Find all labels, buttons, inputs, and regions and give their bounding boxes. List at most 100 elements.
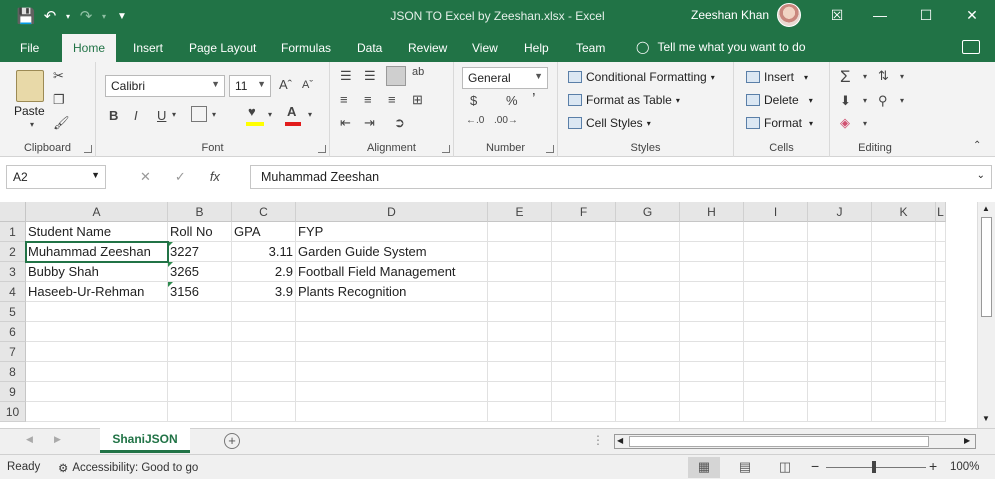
cell-i2[interactable]	[744, 242, 808, 262]
cancel-icon[interactable]: ✕	[140, 169, 151, 185]
cell-f2[interactable]	[552, 242, 616, 262]
alignment-launcher-icon[interactable]	[442, 145, 450, 153]
cell-h1[interactable]	[680, 222, 744, 242]
cell-b10[interactable]	[168, 402, 232, 422]
cell-g5[interactable]	[616, 302, 680, 322]
cell-l9[interactable]	[936, 382, 946, 402]
cell-k7[interactable]	[872, 342, 936, 362]
cell-a9[interactable]	[26, 382, 168, 402]
font-name-select[interactable]: Calibri ▼	[105, 75, 225, 97]
cell-k5[interactable]	[872, 302, 936, 322]
column-header-l[interactable]: L	[936, 202, 946, 222]
row-header-9[interactable]: 9	[0, 382, 26, 402]
column-header-k[interactable]: K	[872, 202, 936, 222]
autosum-icon[interactable]: Σ	[840, 67, 851, 87]
tab-data[interactable]: Data	[357, 41, 382, 55]
align-right-icon[interactable]: ≡	[388, 92, 396, 107]
cell-i10[interactable]	[744, 402, 808, 422]
clear-dropdown-icon[interactable]: ▾	[863, 119, 867, 128]
row-header-10[interactable]: 10	[0, 402, 26, 422]
cell-a7[interactable]	[26, 342, 168, 362]
row-header-5[interactable]: 5	[0, 302, 26, 322]
cell-g3[interactable]	[616, 262, 680, 282]
conditional-formatting-button[interactable]: Conditional Formatting ▾	[568, 70, 715, 84]
underline-dropdown-icon[interactable]: ▾	[172, 110, 176, 119]
cell-k2[interactable]	[872, 242, 936, 262]
cut-icon[interactable]: ✂	[53, 68, 64, 84]
align-bottom-icon[interactable]	[386, 66, 406, 86]
cell-h4[interactable]	[680, 282, 744, 302]
cell-j9[interactable]	[808, 382, 872, 402]
cell-i9[interactable]	[744, 382, 808, 402]
align-middle-icon[interactable]: ☰	[364, 68, 376, 84]
align-left-icon[interactable]: ≡	[340, 92, 348, 107]
scroll-down-icon[interactable]: ▼	[982, 414, 990, 423]
prev-sheet-icon[interactable]: ◀	[26, 434, 33, 445]
close-icon[interactable]: ✕	[954, 4, 990, 26]
scroll-left-icon[interactable]: ◀	[617, 436, 623, 445]
tab-view[interactable]: View	[472, 41, 498, 55]
cell-e6[interactable]	[488, 322, 552, 342]
cell-c4[interactable]: 3.9	[232, 282, 296, 302]
vertical-scrollbar[interactable]: ▲ ▼	[977, 202, 995, 428]
formula-input[interactable]: Muhammad Zeeshan ⌄	[250, 165, 992, 189]
cell-g7[interactable]	[616, 342, 680, 362]
cell-b1[interactable]: Roll No	[168, 222, 232, 242]
scroll-up-icon[interactable]: ▲	[982, 204, 990, 213]
column-header-d[interactable]: D	[296, 202, 488, 222]
column-header-g[interactable]: G	[616, 202, 680, 222]
zoom-in-icon[interactable]: +	[929, 458, 937, 474]
tab-splitter-icon[interactable]: ⋮	[592, 433, 604, 447]
row-header-8[interactable]: 8	[0, 362, 26, 382]
cell-a4[interactable]: Haseeb-Ur-Rehman	[26, 282, 168, 302]
row-header-3[interactable]: 3	[0, 262, 26, 282]
number-format-select[interactable]: General ▼	[462, 67, 548, 89]
cell-c1[interactable]: GPA	[232, 222, 296, 242]
name-box[interactable]: A2 ▼	[6, 165, 106, 189]
cell-g10[interactable]	[616, 402, 680, 422]
cell-j3[interactable]	[808, 262, 872, 282]
tell-me-search[interactable]: ◯ Tell me what you want to do	[636, 40, 806, 54]
cell-f6[interactable]	[552, 322, 616, 342]
column-header-i[interactable]: I	[744, 202, 808, 222]
cell-d3[interactable]: Football Field Management	[296, 262, 488, 282]
comments-icon[interactable]	[962, 40, 980, 54]
cell-i5[interactable]	[744, 302, 808, 322]
cell-b3[interactable]: 3265	[168, 262, 232, 282]
cell-j8[interactable]	[808, 362, 872, 382]
cell-l5[interactable]	[936, 302, 946, 322]
cell-h5[interactable]	[680, 302, 744, 322]
cell-k8[interactable]	[872, 362, 936, 382]
wrap-text-icon[interactable]: ab	[412, 66, 424, 78]
cell-j10[interactable]	[808, 402, 872, 422]
tab-insert[interactable]: Insert	[133, 41, 163, 55]
cell-g8[interactable]	[616, 362, 680, 382]
cell-b4[interactable]: 3156	[168, 282, 232, 302]
cell-k4[interactable]	[872, 282, 936, 302]
cell-a6[interactable]	[26, 322, 168, 342]
cell-d5[interactable]	[296, 302, 488, 322]
orientation-icon[interactable]: ➲	[394, 115, 405, 131]
cell-j1[interactable]	[808, 222, 872, 242]
column-header-f[interactable]: F	[552, 202, 616, 222]
sort-dropdown-icon[interactable]: ▾	[900, 72, 904, 81]
format-as-table-button[interactable]: Format as Table ▾	[568, 93, 680, 107]
cell-h3[interactable]	[680, 262, 744, 282]
cell-f3[interactable]	[552, 262, 616, 282]
insert-function-icon[interactable]: fx	[210, 169, 220, 185]
decrease-decimal-icon[interactable]: .00→	[494, 115, 518, 126]
borders-dropdown-icon[interactable]: ▾	[212, 110, 216, 119]
number-launcher-icon[interactable]	[546, 145, 554, 153]
paste-icon[interactable]	[16, 70, 44, 102]
tab-file[interactable]: File	[20, 41, 39, 55]
cell-i7[interactable]	[744, 342, 808, 362]
cell-l7[interactable]	[936, 342, 946, 362]
cell-g1[interactable]	[616, 222, 680, 242]
underline-button[interactable]: U	[157, 108, 166, 123]
cell-d6[interactable]	[296, 322, 488, 342]
insert-cells-button[interactable]: Insert ▾	[746, 70, 808, 84]
currency-icon[interactable]: $	[470, 93, 477, 108]
user-name[interactable]: Zeeshan Khan	[691, 8, 769, 22]
row-header-7[interactable]: 7	[0, 342, 26, 362]
cell-b2[interactable]: 3227	[168, 242, 232, 262]
